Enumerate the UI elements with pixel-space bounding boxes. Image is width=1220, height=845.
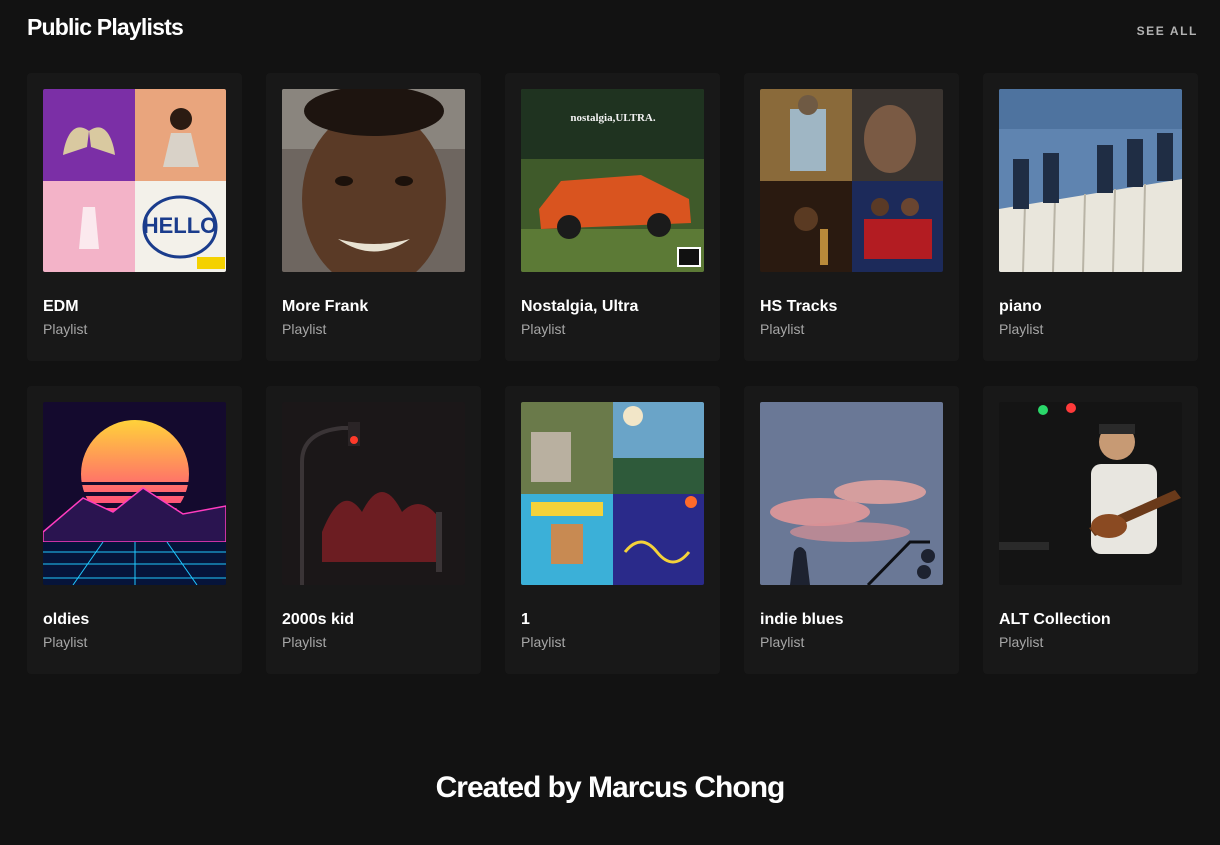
playlist-cover-1 [521, 402, 704, 585]
playlist-cover-alt-collection [999, 402, 1182, 585]
section-header: Public Playlists SEE ALL [27, 14, 1198, 44]
playlist-card[interactable]: More Frank Playlist [266, 73, 481, 361]
playlist-card[interactable]: indie blues Playlist [744, 386, 959, 674]
playlist-type: Playlist [521, 634, 566, 650]
playlist-card[interactable]: 1 Playlist [505, 386, 720, 674]
playlist-name: Nostalgia, Ultra [521, 298, 639, 315]
playlist-name: ALT Collection [999, 611, 1111, 628]
playlist-type: Playlist [999, 634, 1044, 650]
playlist-type: Playlist [760, 321, 805, 337]
playlist-type: Playlist [282, 321, 327, 337]
playlist-card[interactable]: HS Tracks Playlist [744, 73, 959, 361]
playlist-type: Playlist [43, 321, 88, 337]
playlist-card[interactable]: oldies Playlist [27, 386, 242, 674]
playlist-cover-2000s-kid [282, 402, 465, 585]
playlist-type: Playlist [760, 634, 805, 650]
footer-credit: Created by Marcus Chong [435, 771, 786, 804]
playlist-name: indie blues [760, 611, 844, 628]
playlist-cover-edm: HELLO [43, 89, 226, 272]
playlist-name: EDM [43, 298, 79, 315]
playlist-cover-more-frank [282, 89, 465, 272]
playlist-type: Playlist [999, 321, 1044, 337]
playlist-name: piano [999, 298, 1042, 315]
playlist-name: HS Tracks [760, 298, 838, 315]
album-cover-text: nostalgia,ULTRA. [570, 112, 655, 124]
playlist-name: More Frank [282, 298, 369, 315]
playlist-card[interactable]: piano Playlist [983, 73, 1198, 361]
playlist-name: 2000s kid [282, 611, 355, 628]
playlist-type: Playlist [43, 634, 88, 650]
playlist-type: Playlist [282, 634, 327, 650]
see-all-link[interactable]: SEE ALL [1137, 24, 1198, 38]
playlist-name: oldies [43, 611, 90, 628]
playlist-cover-piano [999, 89, 1182, 272]
playlist-card[interactable]: HELLO EDM Playlist [27, 73, 242, 361]
playlist-card[interactable]: ALT Collection Playlist [983, 386, 1198, 674]
playlist-cover-hs-tracks [760, 89, 943, 272]
playlist-name: 1 [521, 611, 530, 628]
section-title: Public Playlists [27, 14, 184, 40]
svg-text:HELLO: HELLO [143, 213, 218, 238]
playlist-card[interactable]: nostalgia,ULTRA. Nostalgia, Ultra Playli… [505, 73, 720, 361]
playlist-cover-oldies [43, 402, 226, 585]
playlist-cover-indie-blues [760, 402, 943, 585]
playlist-cover-nostalgia-ultra: nostalgia,ULTRA. [521, 89, 704, 272]
playlist-card[interactable]: 2000s kid Playlist [266, 386, 481, 674]
playlist-grid: HELLO EDM Playlist More Frank Playlist n… [27, 73, 1198, 674]
playlist-type: Playlist [521, 321, 566, 337]
